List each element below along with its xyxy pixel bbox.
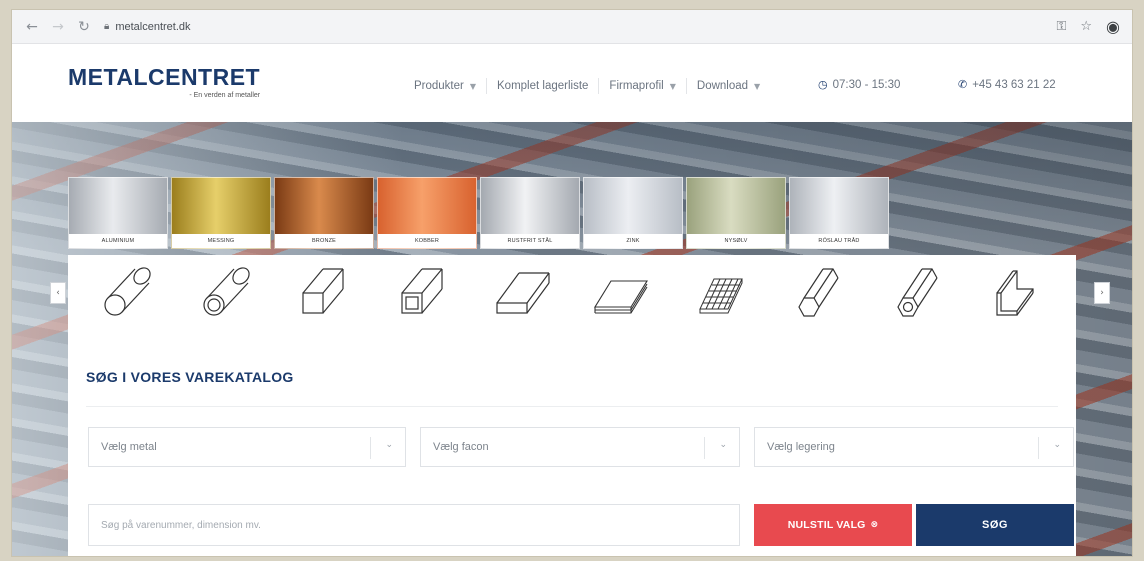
reload-icon[interactable]: ↻ [74,17,94,37]
search-panel: SØG I VORES VAREKATALOG Vælg metal ⌄ Væl… [68,327,1076,556]
metal-tile-messing[interactable]: MESSING [171,177,271,249]
shape-strip [68,255,1076,327]
select-metal[interactable]: Vælg metal ⌄ [88,427,406,467]
search-button[interactable]: SØG [916,504,1074,546]
search-input[interactable]: Søg på varenummer, dimension mv. [88,504,740,546]
chevron-down-icon: ⌄ [1053,440,1061,450]
phone-text: +45 43 63 21 22 [972,78,1056,91]
select-legering-value: Vælg legering [767,441,835,453]
clock-icon: ◷ [818,78,828,91]
metal-tile-label: ZINK [584,234,682,248]
logo-text: METALCENTRET [68,64,261,90]
sheet-icon[interactable] [589,263,653,319]
forward-arrow-icon[interactable]: → [48,17,68,37]
chevron-down-icon: ⌄ [385,440,393,450]
select-facon[interactable]: Vælg facon ⌄ [420,427,740,467]
lock-icon: 🔒︎ [104,21,110,32]
metal-tile-kobber[interactable]: KOBBER [377,177,477,249]
browser-toolbar: ← → ↻ 🔒︎ metalcentret.dk ⚿ ☆ ◉ [12,10,1132,44]
metal-tile-aluminium[interactable]: ALUMINIUM [68,177,168,249]
metal-tile-bronze[interactable]: BRONZE [274,177,374,249]
close-circle-icon: ⊗ [870,520,879,530]
hours-text: 07:30 - 15:30 [832,78,901,91]
metal-tile-label: RUSTFRIT STÅL [481,234,579,248]
browser-window: ← → ↻ 🔒︎ metalcentret.dk ⚿ ☆ ◉ METALCENT… [12,10,1132,556]
nav-item-label: Produkter [414,80,464,92]
reset-button-label: NULSTIL VALG [787,519,866,531]
metal-tile-rustfrit-staal[interactable]: RUSTFRIT STÅL [480,177,580,249]
site-header: METALCENTRET - En verden af metaller Pro… [12,44,1132,122]
phone-icon: ✆ [958,78,968,91]
mesh-icon[interactable] [688,263,752,319]
metal-tile-label: MESSING [172,234,270,248]
chevron-down-icon: ▼ [469,81,477,91]
round-bar-icon[interactable] [95,263,159,319]
square-bar-icon[interactable] [293,263,357,319]
carousel-prev-button[interactable]: ‹ [50,282,66,304]
main-nav: Produkter ▼ Komplet lagerliste Firmaprofi… [404,78,770,94]
select-facon-value: Vælg facon [433,441,489,453]
divider [86,406,1058,407]
nav-item-label: Firmaprofil [609,80,664,92]
metal-tile-label: ALUMINIUM [69,234,167,248]
profile-icon[interactable]: ◉ [1106,17,1120,36]
star-icon[interactable]: ☆ [1080,19,1092,34]
metal-tile-label: BRONZE [275,234,373,248]
hex-tube-icon[interactable] [886,263,950,319]
nav-item-lagerliste[interactable]: Komplet lagerliste [487,78,600,94]
nav-item-firmaprofil[interactable]: Firmaprofil ▼ [599,78,687,94]
square-tube-icon[interactable] [392,263,456,319]
angle-icon[interactable] [985,263,1049,319]
flat-bar-icon[interactable] [491,263,555,319]
back-arrow-icon[interactable]: ← [22,17,42,37]
chevron-down-icon: ⌄ [719,440,727,450]
carousel-next-button[interactable]: › [1094,282,1110,304]
browser-actions: ⚿ ☆ ◉ [1056,17,1120,36]
tube-icon[interactable] [194,263,258,319]
metal-tile-label: NYSØLV [687,234,785,248]
site-logo[interactable]: METALCENTRET - En verden af metaller [68,64,261,99]
metal-tile-label: RÖSLAU TRÅD [790,234,888,248]
url-text: metalcentret.dk [115,20,191,33]
nav-item-produkter[interactable]: Produkter ▼ [404,78,488,94]
metal-tiles: ALUMINIUM MESSING BRONZE KOBBER RUSTFRIT… [68,177,889,249]
hero-banner: ALUMINIUM MESSING BRONZE KOBBER RUSTFRIT… [12,122,1132,556]
select-legering[interactable]: Vælg legering ⌄ [754,427,1074,467]
page-title: SØG I VORES VAREKATALOG [86,369,294,385]
phone-link[interactable]: ✆ +45 43 63 21 22 [958,78,1056,91]
chevron-down-icon: ▼ [669,81,676,91]
nav-item-label: Download [696,80,749,92]
nav-item-download[interactable]: Download ▼ [687,78,770,94]
metal-tile-nysoelv[interactable]: NYSØLV [686,177,786,249]
opening-hours: ◷ 07:30 - 15:30 [818,78,900,91]
metal-tile-roeslau-traad[interactable]: RÖSLAU TRÅD [789,177,889,249]
metal-tile-zink[interactable]: ZINK [583,177,683,249]
nav-item-label: Komplet lagerliste [497,80,589,92]
address-bar[interactable]: 🔒︎ metalcentret.dk [104,21,191,33]
reset-button[interactable]: NULSTIL VALG ⊗ [754,504,912,546]
select-separator [1038,437,1039,459]
select-separator [704,437,705,459]
select-separator [370,437,371,459]
key-icon[interactable]: ⚿ [1056,19,1066,34]
select-metal-value: Vælg metal [101,441,157,453]
logo-tagline: - En verden af metaller [189,92,261,99]
metal-tile-label: KOBBER [378,234,476,248]
chevron-down-icon: ▼ [754,81,761,91]
hex-bar-icon[interactable] [787,263,851,319]
